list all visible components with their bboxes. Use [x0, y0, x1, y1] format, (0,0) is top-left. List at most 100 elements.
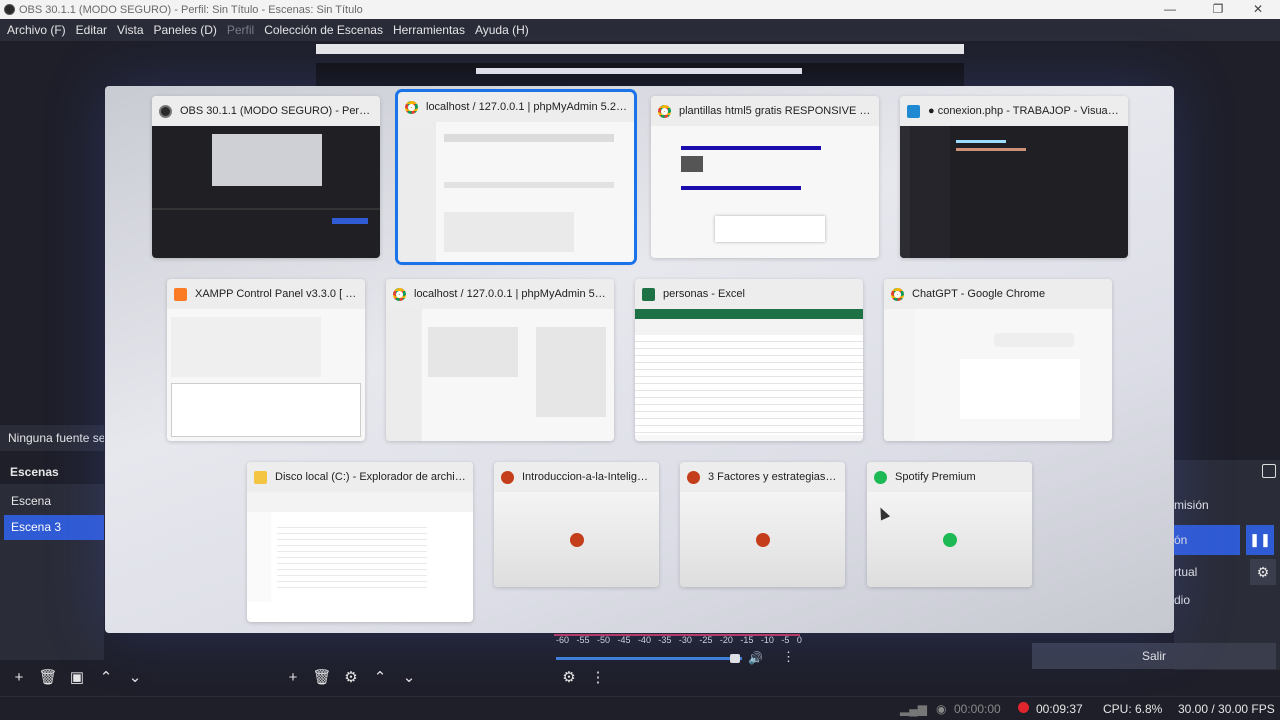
- switcher-window-obs[interactable]: OBS 30.1.1 (MODO SEGURO) - Perfil: Sin..…: [152, 96, 380, 258]
- meter-tick: -55: [576, 635, 590, 645]
- meter-tick: 0: [796, 635, 802, 645]
- switcher-window-ppt-2[interactable]: 3 Factores y estrategias 20...: [680, 462, 845, 587]
- switcher-window-phpmyadmin[interactable]: localhost / 127.0.0.1 | phpMyAdmin 5.2.1…: [395, 89, 637, 265]
- cpu-usage: CPU: 6.8%: [1103, 702, 1163, 716]
- gear-icon[interactable]: ⚙: [338, 665, 364, 689]
- minimize-button[interactable]: —: [1152, 0, 1188, 19]
- move-up-icon[interactable]: ⌃: [93, 665, 119, 689]
- meter-tick: -10: [760, 635, 774, 645]
- undock-icon[interactable]: [1262, 464, 1276, 478]
- switcher-window-chatgpt[interactable]: ChatGPT - Google Chrome: [884, 279, 1112, 441]
- preview-canvas[interactable]: [316, 44, 964, 86]
- spotify-icon: [874, 470, 887, 484]
- powerpoint-icon: [755, 532, 770, 547]
- trash-icon[interactable]: 🗑: [35, 665, 61, 689]
- window-title: Disco local (C:) - Explorador de archivo…: [275, 471, 466, 483]
- meter-ticks: -60 -55 -50 -45 -40 -35 -30 -25 -20 -15 …: [556, 635, 802, 645]
- pause-recording-button[interactable]: ❚❚: [1246, 525, 1274, 555]
- spotify-icon: [942, 532, 957, 547]
- switcher-window-vscode[interactable]: ● conexion.php - TRABAJOP - Visual Stu..…: [900, 96, 1128, 258]
- meter-tick: -20: [719, 635, 733, 645]
- studio-mode-button[interactable]: dio: [1174, 593, 1190, 607]
- virtual-camera-button[interactable]: rtual: [1174, 565, 1197, 579]
- sources-empty-hint: Ninguna fuente sel: [0, 425, 104, 451]
- add-icon[interactable]: +: [6, 665, 32, 689]
- meter-tick: -40: [637, 635, 651, 645]
- meter-tick: -60: [556, 635, 570, 645]
- powerpoint-icon: [569, 532, 584, 547]
- chrome-icon: [658, 104, 671, 118]
- vscode-icon: [907, 104, 920, 118]
- task-switcher: OBS 30.1.1 (MODO SEGURO) - Perfil: Sin..…: [105, 86, 1174, 633]
- switcher-window-ppt-1[interactable]: Introduccion-a-la-Intelige...: [494, 462, 659, 587]
- window-title: 3 Factores y estrategias 20...: [708, 471, 838, 483]
- menu-coleccion-escenas[interactable]: Colección de Escenas: [259, 23, 388, 37]
- scenes-header: Escenas: [0, 460, 104, 484]
- window-title: OBS 30.1.1 (MODO SEGURO) - Perfil: Sin..…: [180, 105, 373, 117]
- window-title: ● conexion.php - TRABAJOP - Visual Stu..…: [928, 105, 1121, 117]
- window-title: XAMPP Control Panel v3.3.0 [ C...: [195, 288, 358, 300]
- fps-readout: 30.00 / 30.00 FPS: [1178, 702, 1275, 716]
- obs-icon: [4, 4, 15, 15]
- menu-bar: Archivo (F) Editar Vista Paneles (D) Per…: [0, 19, 1280, 41]
- switcher-window-explorer[interactable]: Disco local (C:) - Explorador de archivo…: [247, 462, 473, 622]
- chrome-icon: [393, 287, 406, 301]
- move-up-icon[interactable]: ⌃: [367, 665, 393, 689]
- xampp-icon: [174, 287, 187, 301]
- switcher-window-excel[interactable]: personas - Excel: [635, 279, 863, 441]
- scene-item-selected[interactable]: Escena 3: [4, 515, 104, 540]
- switcher-window-spotify[interactable]: Spotify Premium: [867, 462, 1032, 587]
- start-stream-button[interactable]: misión: [1174, 498, 1209, 512]
- volume-slider-handle[interactable]: [730, 654, 740, 663]
- window-title: localhost / 127.0.0.1 | phpMyAdmin 5.2.1…: [426, 101, 627, 113]
- meter-tick: -30: [678, 635, 692, 645]
- window-title: Spotify Premium: [895, 471, 976, 483]
- powerpoint-icon: [687, 470, 700, 484]
- gear-icon[interactable]: ⚙: [1250, 559, 1276, 585]
- menu-ayuda[interactable]: Ayuda (H): [470, 23, 534, 37]
- menu-paneles[interactable]: Paneles (D): [149, 23, 222, 37]
- network-icon: ▂▄▆: [900, 702, 927, 716]
- stream-icon: ◉: [936, 702, 947, 716]
- folder-icon: [254, 470, 267, 484]
- switcher-window-plantillas[interactable]: plantillas html5 gratis RESPONSIVE desc.…: [651, 96, 879, 258]
- close-button[interactable]: ✕: [1240, 0, 1276, 19]
- switcher-window-phpmyadmin-2[interactable]: localhost / 127.0.0.1 | phpMyAdmin 5.2.1…: [386, 279, 614, 441]
- menu-herramientas[interactable]: Herramientas: [388, 23, 470, 37]
- window-title: Introduccion-a-la-Intelige...: [522, 471, 652, 483]
- record-time: 00:09:37: [1036, 702, 1083, 716]
- window-titlebar: OBS 30.1.1 (MODO SEGURO) - Perfil: Sin T…: [0, 0, 1280, 19]
- meter-tick: -35: [658, 635, 672, 645]
- maximize-button[interactable]: ❐: [1200, 0, 1236, 19]
- menu-vista[interactable]: Vista: [112, 23, 148, 37]
- powerpoint-icon: [501, 470, 514, 484]
- meter-tick: -15: [740, 635, 754, 645]
- meter-tick: -25: [699, 635, 713, 645]
- move-down-icon[interactable]: ⌄: [396, 665, 422, 689]
- speaker-icon[interactable]: 🔊: [748, 651, 763, 665]
- window-title: localhost / 127.0.0.1 | phpMyAdmin 5.2.1…: [414, 288, 607, 300]
- trash-icon[interactable]: 🗑: [309, 665, 335, 689]
- meter-tick: -50: [596, 635, 610, 645]
- menu-dots-icon[interactable]: ⋮: [782, 649, 795, 665]
- exit-button[interactable]: Salir: [1032, 643, 1276, 669]
- menu-archivo[interactable]: Archivo (F): [2, 23, 71, 37]
- menu-editar[interactable]: Editar: [71, 23, 112, 37]
- switcher-window-xampp[interactable]: XAMPP Control Panel v3.3.0 [ C...: [167, 279, 365, 441]
- move-down-icon[interactable]: ⌄: [122, 665, 148, 689]
- window-title: ChatGPT - Google Chrome: [912, 288, 1046, 300]
- chrome-icon: [405, 100, 418, 114]
- stop-recording-button[interactable]: ón: [1174, 525, 1240, 555]
- menu-perfil[interactable]: Perfil: [222, 23, 259, 37]
- sources-toolbar: + 🗑 ⚙ ⌃ ⌄: [280, 663, 425, 691]
- volume-slider[interactable]: [556, 657, 742, 660]
- filters-icon[interactable]: ▣: [64, 665, 90, 689]
- scene-item[interactable]: Escena: [4, 489, 104, 514]
- audio-mixer: -60 -55 -50 -45 -40 -35 -30 -25 -20 -15 …: [554, 632, 804, 672]
- stream-time: 00:00:00: [954, 702, 1001, 716]
- stop-recording-label: ón: [1174, 533, 1188, 547]
- add-icon[interactable]: +: [280, 665, 306, 689]
- obs-icon: [159, 104, 172, 118]
- excel-icon: [642, 287, 655, 301]
- scenes-toolbar: + 🗑 ▣ ⌃ ⌄: [6, 663, 151, 691]
